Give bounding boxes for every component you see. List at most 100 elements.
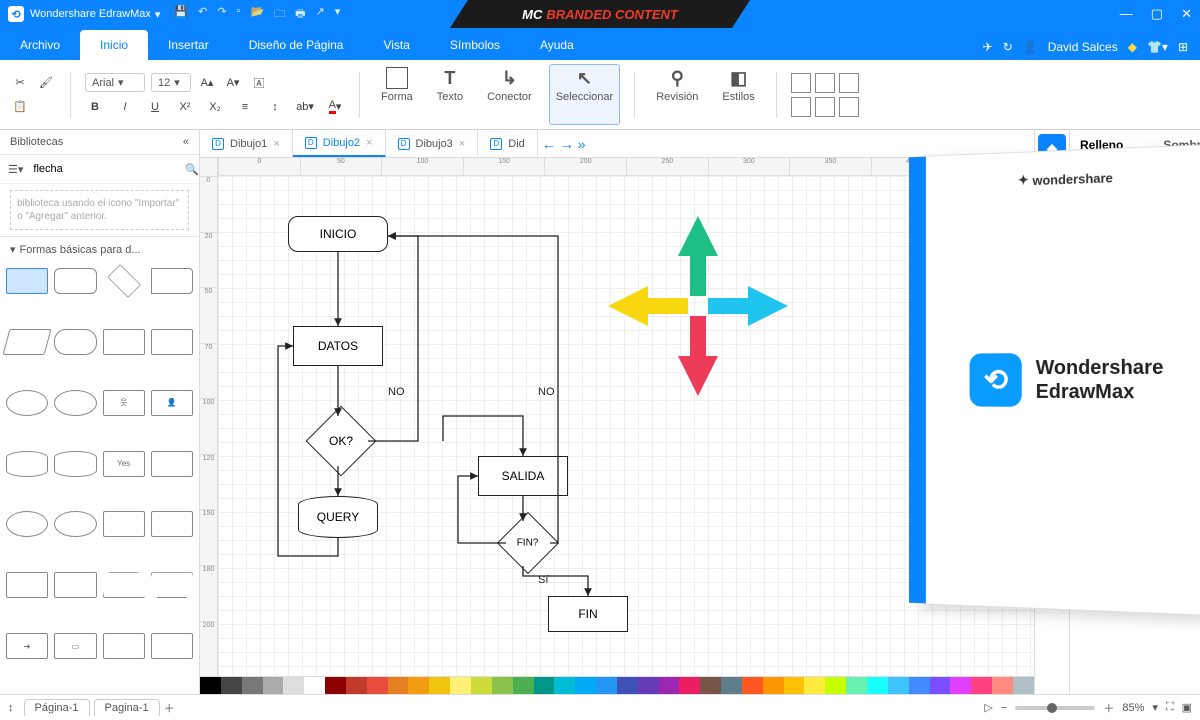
arrows-demo[interactable] [598,206,798,406]
page-tab-2[interactable]: Pagina-1 [94,699,160,716]
shape-arrow1[interactable]: ➔ [6,633,48,659]
cut-icon[interactable]: ✂ [10,73,30,93]
tool-forma[interactable]: Forma [374,64,420,125]
swatch[interactable] [804,677,825,694]
node-inicio[interactable]: INICIO [288,216,388,252]
menu-simbolos[interactable]: Símbolos [430,30,520,60]
shape-wave1[interactable] [6,572,48,598]
tool-seleccionar[interactable]: ↖Seleccionar [549,64,620,125]
font-shrink-icon[interactable]: A▾ [223,73,243,93]
swatch[interactable] [242,677,263,694]
present-icon[interactable]: ▷ [984,701,992,714]
qat-undo-icon[interactable]: ↶ [198,5,207,24]
tab-prev-icon[interactable]: ← [542,136,556,152]
shape-card1[interactable] [103,329,145,355]
align-1[interactable] [791,73,811,93]
node-datos[interactable]: DATOS [293,326,383,366]
swatch[interactable] [325,677,346,694]
fit-icon[interactable]: ⛶ [1166,701,1174,714]
swatch[interactable] [471,677,492,694]
swatch[interactable] [721,677,742,694]
menu-diseno[interactable]: Diseño de Página [229,30,364,60]
shape-cyl4[interactable] [151,511,193,537]
shape-cyl3[interactable] [103,511,145,537]
shape-misc1[interactable] [103,633,145,659]
shape-cyl[interactable] [6,451,48,477]
doc-tab-4[interactable]: DDid [478,130,538,157]
menu-ayuda[interactable]: Ayuda [520,30,594,60]
shape-person[interactable]: 웃 [103,390,145,416]
shape-user[interactable]: 👤 [151,390,193,416]
swatch[interactable] [659,677,680,694]
font-color-icon[interactable]: A▾ [325,97,345,117]
close-icon[interactable]: ✕ [1181,6,1192,22]
premium-icon[interactable]: ◆ [1128,40,1137,54]
share-icon[interactable]: ✈ [983,40,993,54]
swatch[interactable] [554,677,575,694]
shape-o1[interactable] [6,511,48,537]
underline-icon[interactable]: U [145,97,165,117]
swatch[interactable] [888,677,909,694]
shape-misc2[interactable] [151,633,193,659]
font-grow-icon[interactable]: A▴ [197,73,217,93]
close-tab-3[interactable]: × [459,138,465,150]
shape-cyl2[interactable] [54,451,96,477]
swatch[interactable] [846,677,867,694]
swatch[interactable] [534,677,555,694]
minimize-icon[interactable]: — [1120,6,1133,22]
tshirt-icon[interactable]: 👕▾ [1147,40,1168,54]
shape-doc[interactable] [151,451,193,477]
shape-circle[interactable] [54,390,96,416]
qat-open-icon[interactable]: 📂 [250,5,264,24]
swatch[interactable] [221,677,242,694]
format-painter-icon[interactable]: 🖌 [36,73,56,93]
user-name[interactable]: David Salces [1048,40,1118,54]
align-5[interactable] [815,97,835,117]
align-3[interactable] [839,73,859,93]
swatch[interactable] [742,677,763,694]
menu-insertar[interactable]: Insertar [148,30,229,60]
menu-archivo[interactable]: Archivo [0,30,80,60]
swatch[interactable] [429,677,450,694]
spacing-icon[interactable]: ↕ [265,97,285,117]
node-finq[interactable]: FIN? [497,512,559,574]
swatch[interactable] [513,677,534,694]
swatch[interactable] [304,677,325,694]
title-dropdown-icon[interactable]: ▾ [155,8,161,21]
cloud-icon[interactable]: ↻ [1003,40,1013,54]
swatch[interactable] [825,677,846,694]
align-2[interactable] [815,73,835,93]
qat-folder-icon[interactable]: 🗀 [274,5,285,24]
library-section[interactable]: ▾ Formas básicas para d... [0,236,199,262]
swatch[interactable] [450,677,471,694]
shape-card2[interactable] [151,329,193,355]
shape-note[interactable] [151,268,193,294]
font-select[interactable]: Arial ▾ [85,73,145,92]
swatch[interactable] [200,677,221,694]
add-page-icon[interactable]: ＋ [164,700,175,716]
clipboard-icon[interactable]: 📋 [10,97,30,117]
library-search-input[interactable] [29,159,179,179]
node-salida[interactable]: SALIDA [478,456,568,496]
shape-arrow2[interactable]: ▭ [54,633,96,659]
swatch[interactable] [992,677,1013,694]
apps-icon[interactable]: ⊞ [1178,40,1188,54]
doc-tab-2[interactable]: DDibujo2× [293,130,386,157]
swatch[interactable] [346,677,367,694]
maximize-icon[interactable]: ▢ [1151,6,1163,22]
qat-export-icon[interactable]: ↗ [316,5,325,24]
tab-more-icon[interactable]: » [578,136,586,152]
swatch[interactable] [784,677,805,694]
swatch[interactable] [283,677,304,694]
swatch[interactable] [492,677,513,694]
menu-inicio[interactable]: Inicio [80,30,148,60]
italic-icon[interactable]: I [115,97,135,117]
font-size-select[interactable]: 12 ▾ [151,73,191,92]
shape-trap1[interactable] [103,572,145,598]
shape-yes[interactable]: Yes [103,451,145,477]
swatch[interactable] [867,677,888,694]
doc-tab-1[interactable]: DDibujo1× [200,130,293,157]
shape-pill[interactable] [54,329,96,355]
bullets-icon[interactable]: ≡ [235,97,255,117]
tool-revision[interactable]: ⚲Revisión [649,64,705,125]
